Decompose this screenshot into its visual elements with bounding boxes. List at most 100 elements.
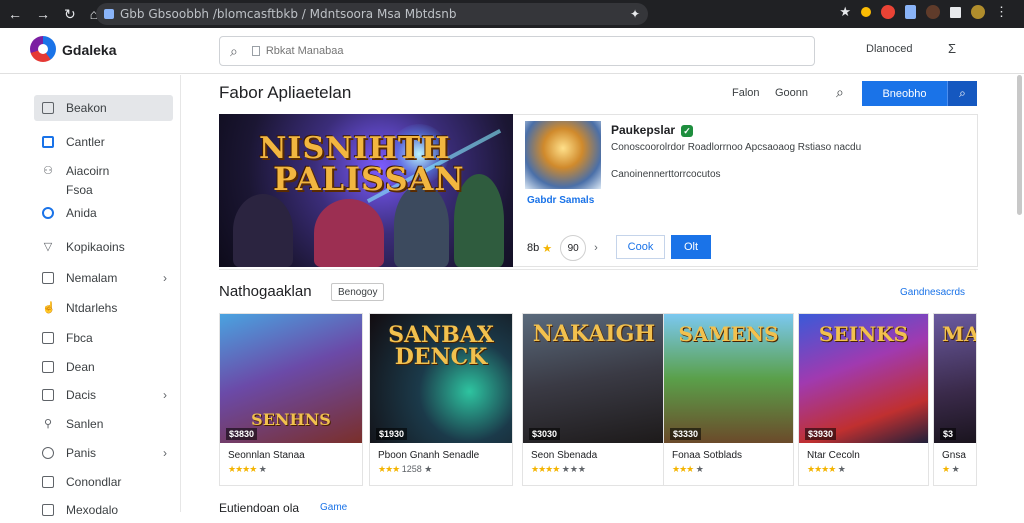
card-rating: ★★★ ★	[672, 464, 704, 475]
puzzle-icon: ⚇	[43, 165, 53, 177]
featured-detail-panel: Gabdr Samals Paukepslar ✓ Conoscoorolrdor…	[513, 114, 978, 267]
card-stars: ★★★★	[807, 464, 836, 474]
game-card[interactable]: SANBAX DENCK $1930 Pboon Gnanh Senadle ★…	[369, 313, 513, 486]
sidebar-item-9[interactable]: Dean	[34, 354, 173, 380]
sidebar-item-11[interactable]: ⚲ Sanlen	[34, 411, 173, 437]
sidebar-item-0[interactable]: Beakon	[34, 95, 173, 121]
top-link-1[interactable]: Goonn	[775, 87, 808, 99]
sidebar-item-10[interactable]: Dacis ›	[34, 382, 173, 408]
detail-thumbnail-caption[interactable]: Gabdr Samals	[527, 195, 594, 206]
extension-yellow-icon[interactable]	[861, 7, 871, 17]
shield-icon: ▽	[43, 241, 53, 253]
sidebar-item-label: Fsoa	[66, 183, 93, 197]
document-icon	[251, 46, 260, 56]
app-logo-icon[interactable]	[30, 36, 56, 62]
card-rating: ★★★★ ★★★	[531, 464, 586, 475]
detail-description: Conoscoorolrdor Roadlorrnoo Apcsaoaog Rs…	[611, 142, 862, 153]
sidebar-item-label: Dacis	[66, 388, 97, 402]
rating-star-icon: ★	[542, 242, 553, 255]
menu-dots-icon[interactable]: ⋮	[995, 4, 1008, 20]
star-icon[interactable]: ★	[839, 4, 851, 20]
chevron-right-icon: ›	[163, 388, 167, 402]
see-all-link[interactable]: Gandnesacrds	[900, 287, 965, 298]
sidebar-item-13[interactable]: Conondlar	[34, 469, 173, 495]
hero-title: NISNIHTH PALISSAN	[259, 134, 465, 196]
app-title: Gdaleka	[62, 42, 117, 58]
back-icon[interactable]: ←	[8, 6, 22, 23]
card-stars: ★	[942, 464, 950, 474]
grid-icon	[42, 272, 54, 284]
hero-banner[interactable]: NISNIHTH PALISSAN	[219, 114, 513, 267]
sigma-menu-icon[interactable]: Σ	[948, 41, 956, 56]
sidebar-item-3[interactable]: Fsoa	[34, 181, 173, 199]
game-card[interactable]: SEINKS $3930 Ntar Cecoln ★★★★ ★	[798, 313, 929, 486]
game-card[interactable]: NAKAIGH $3030 Seon Sbenada ★★★★ ★★★	[522, 313, 666, 486]
sidebar-item-label: Sanlen	[66, 417, 104, 431]
address-bar[interactable]: Gbb Gbsoobbh ​/blomcasftbkb ​/ Mdntsoora…	[96, 3, 648, 25]
sidebar-item-7[interactable]: ☝ Ntdarlehs	[34, 295, 173, 321]
section-divider	[219, 269, 978, 270]
card-art-title: SAMENS	[678, 322, 779, 346]
user-name[interactable]: Dlanoced	[866, 43, 912, 55]
card-count: ★★★	[561, 464, 587, 474]
detail-thumbnail[interactable]	[525, 121, 601, 189]
outline-button[interactable]: Cook	[616, 235, 665, 259]
page-scrollbar[interactable]	[1017, 75, 1022, 215]
primary-search-icon[interactable]: ⌕	[947, 81, 977, 106]
app-icon	[42, 136, 54, 148]
verified-check-icon: ✓	[681, 124, 694, 137]
card-name: Seonnlan Stanaa	[228, 450, 305, 461]
chevron-right-icon[interactable]: ›	[594, 242, 598, 254]
sidebar-item-12[interactable]: Panis ›	[34, 440, 173, 466]
detail-subtext: Canoinennerttorrcocutos	[611, 169, 721, 180]
extension-red-icon[interactable]	[881, 5, 895, 19]
card-price: $3030	[529, 428, 561, 440]
card-count: ★	[258, 464, 267, 474]
rating-circle[interactable]: 90	[560, 235, 587, 261]
card-rating: ★★★★ ★	[228, 464, 267, 475]
doc-icon	[42, 389, 54, 401]
hero-figure-left	[233, 194, 293, 267]
top-link-0[interactable]: Falon	[732, 87, 760, 99]
sidebar-item-6[interactable]: Nemalam ›	[34, 265, 173, 291]
sidebar-item-1[interactable]: Cantler	[34, 129, 173, 155]
detail-title: Paukepslar ✓	[611, 123, 694, 137]
extensions-bar: ★ ⋮	[839, 4, 1008, 20]
detail-title-text: Paukepslar	[611, 123, 676, 137]
filter-chip[interactable]: Benogoy	[331, 283, 385, 301]
sidebar-item-14[interactable]: Mexodalo	[34, 497, 173, 523]
square-icon	[42, 504, 54, 516]
extension-blue-icon[interactable]	[905, 5, 916, 19]
sidebar-item-label: Panis	[66, 446, 97, 460]
profile-avatar-icon[interactable]	[926, 5, 940, 19]
primary-button[interactable]: Bneobho	[862, 81, 947, 106]
sidebar-item-label: Aiacoirn	[66, 164, 110, 178]
fill-button[interactable]: Olt	[671, 235, 711, 259]
main-content: Fabor Apliaetelan Falon Goonn ⌕ Bneobho …	[181, 75, 1024, 515]
favicon-icon	[104, 9, 114, 19]
sidebar: Beakon Cantler ⚇ Aiacoirn Fsoa Anida ▽ K…	[28, 75, 181, 517]
search-icon: ⌕	[230, 42, 238, 59]
game-card[interactable]: SAMENS $3330 Fonaa Sotblads ★★★ ★	[663, 313, 794, 486]
browser-toolbar: ← → ↻ ⌂ Gbb Gbsoobbh ​/blomcasftbkb ​/ M…	[0, 0, 1024, 28]
account-avatar-icon[interactable]	[971, 5, 985, 19]
search-icon[interactable]: ⌕	[836, 84, 844, 101]
bookmark-star-icon[interactable]: ✦	[630, 7, 640, 21]
search-box[interactable]: ⌕	[219, 36, 815, 66]
sidebar-item-4[interactable]: Anida	[34, 200, 173, 226]
section-title: Fabor Apliaetelan	[219, 83, 352, 102]
game-card[interactable]: MA $3 Gnsa ★ ★	[933, 313, 977, 486]
card-count: 1258 ★	[401, 464, 433, 474]
bottom-section-link[interactable]: Game	[320, 502, 347, 513]
sidebar-item-8[interactable]: Fbca	[34, 325, 173, 351]
game-card[interactable]: SENHNS $3830 Seonnlan Stanaa ★★★★ ★	[219, 313, 363, 486]
forward-icon[interactable]: →	[36, 6, 50, 23]
apps-grid-icon[interactable]	[950, 6, 961, 18]
circle-icon	[42, 207, 54, 219]
sidebar-item-5[interactable]: ▽ Kopikaoins	[34, 234, 173, 260]
row2-title: Nathogaaklan	[219, 283, 312, 300]
card-stars: ★★★★	[531, 464, 560, 474]
search-input[interactable]	[265, 45, 566, 57]
rating-value: 8b	[527, 242, 540, 254]
reload-icon[interactable]: ↻	[64, 6, 76, 23]
